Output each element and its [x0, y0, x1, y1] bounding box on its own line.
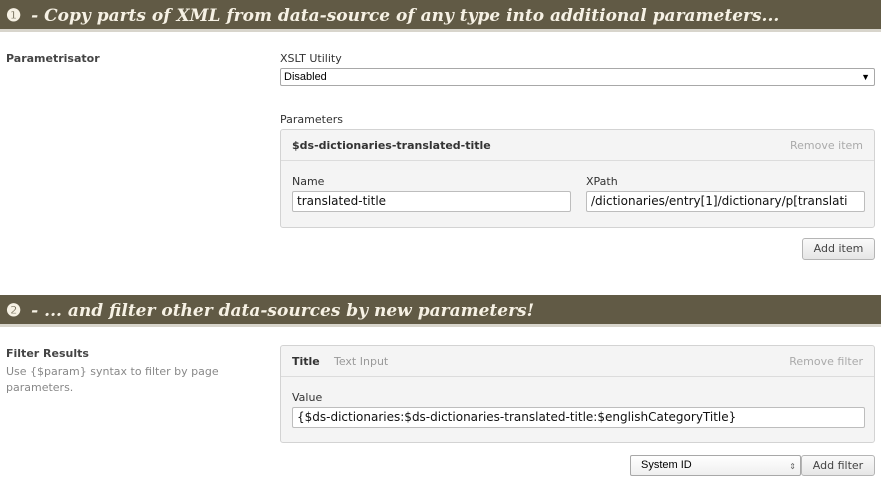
- section-2-heading: - ... and filter other data-sources by n…: [31, 301, 535, 321]
- section-2-banner: ❷ - ... and filter other data-sources by…: [0, 295, 881, 327]
- add-item-button[interactable]: Add item: [802, 238, 875, 260]
- filter-field-value: System ID: [641, 459, 692, 471]
- name-input[interactable]: translated-title: [292, 191, 571, 212]
- parameter-item-header[interactable]: $ds-dictionaries-translated-title Remove…: [281, 130, 874, 161]
- xslt-utility-value: Disabled: [284, 71, 327, 83]
- parametrisator-label: Parametrisator: [6, 52, 100, 65]
- step-2-badge: ❷: [6, 301, 22, 321]
- value-label: Value: [292, 391, 323, 404]
- parameter-item-title: $ds-dictionaries-translated-title: [292, 139, 491, 152]
- filter-field-select[interactable]: System ID ⇕: [630, 455, 801, 476]
- add-filter-button[interactable]: Add filter: [801, 455, 875, 476]
- remove-filter-button[interactable]: Remove filter: [789, 355, 863, 368]
- remove-item-button[interactable]: Remove item: [790, 139, 863, 152]
- parameters-label: Parameters: [280, 113, 343, 126]
- section-1-heading: - Copy parts of XML from data-source of …: [31, 6, 780, 26]
- select-stepper-icon: ⇕: [789, 462, 796, 471]
- xpath-input[interactable]: /dictionaries/entry[1]/dictionary/p[tran…: [586, 191, 865, 212]
- filter-results-help: Use {$param} syntax to filter by page pa…: [6, 365, 219, 394]
- parameter-item-panel: $ds-dictionaries-translated-title Remove…: [280, 129, 875, 228]
- filter-header[interactable]: Title Text Input Remove filter: [281, 346, 874, 377]
- section-1-banner: ❶ - Copy parts of XML from data-source o…: [0, 0, 881, 32]
- filter-title: Title: [292, 355, 320, 368]
- filter-results-label: Filter Results: [6, 347, 89, 360]
- xslt-utility-select[interactable]: Disabled ▼: [280, 68, 875, 86]
- dropdown-arrow-icon: ▼: [861, 72, 870, 82]
- filter-panel: Title Text Input Remove filter Value {$d…: [280, 345, 875, 443]
- xslt-utility-label: XSLT Utility: [280, 52, 342, 65]
- filter-type: Text Input: [334, 355, 389, 368]
- name-label: Name: [292, 175, 325, 188]
- xpath-label: XPath: [586, 175, 618, 188]
- step-1-badge: ❶: [6, 6, 22, 26]
- filter-value-input[interactable]: {$ds-dictionaries:$ds-dictionaries-trans…: [292, 407, 865, 428]
